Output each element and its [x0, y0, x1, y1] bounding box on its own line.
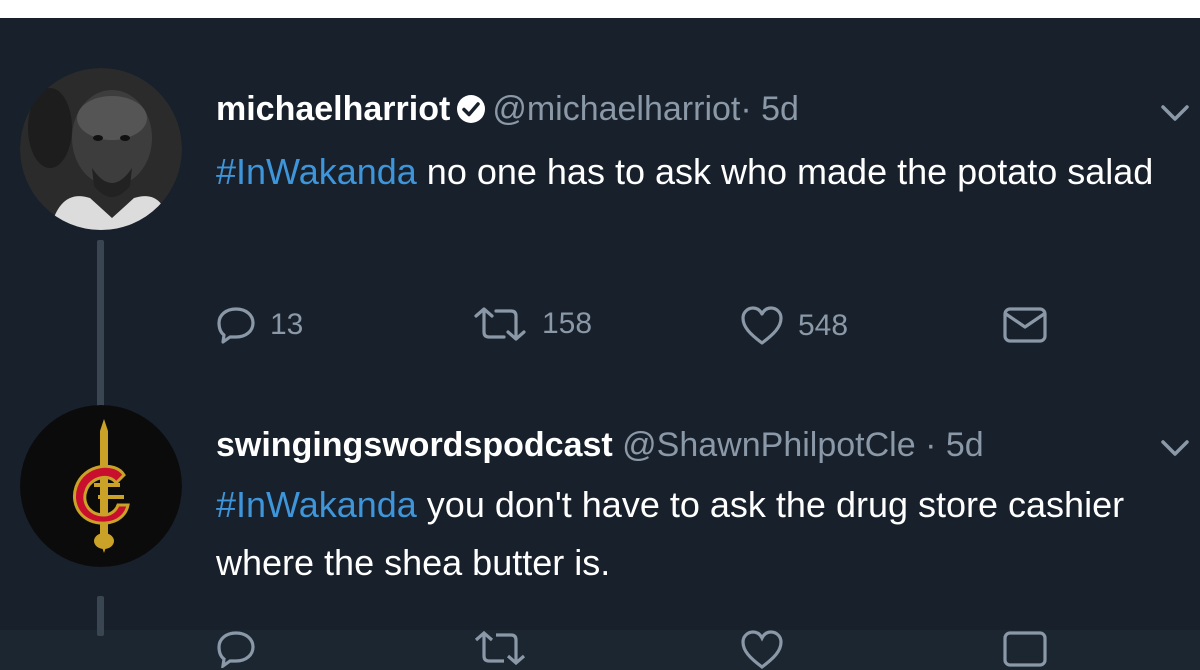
avatar-michaelharriot[interactable]	[20, 68, 182, 230]
handle[interactable]: @michaelharriot	[492, 90, 740, 128]
top-white-strip	[0, 0, 1200, 18]
like-button[interactable]: 548	[740, 306, 848, 346]
hashtag-link[interactable]: #InWakanda	[216, 484, 417, 525]
profile-photo	[20, 68, 182, 230]
thread-line-continuation	[97, 596, 104, 636]
like-count: 548	[798, 309, 849, 342]
tweet-feed: michaelharriot @michaelharriot· 5d #InWa…	[0, 18, 1200, 670]
tweet-text: #InWakanda no one has to ask who made th…	[216, 143, 1156, 201]
heart-icon[interactable]	[740, 630, 784, 670]
tweet-actions-partial	[216, 630, 1066, 670]
heart-icon	[741, 306, 783, 345]
tweet-actions: 13 158 548	[216, 306, 1066, 346]
retweet-button[interactable]: 158	[472, 306, 592, 342]
cavaliers-logo-icon	[20, 405, 182, 567]
tweet-text-body: no one has to ask who made the potato sa…	[416, 151, 1154, 192]
reply-icon	[217, 307, 255, 344]
display-name[interactable]: swingingswordspodcast	[216, 426, 613, 464]
avatar-swingingswordspodcast[interactable]	[20, 405, 182, 567]
reply-count: 13	[270, 308, 304, 341]
envelope-icon	[1003, 307, 1047, 343]
chevron-down-icon[interactable]	[1160, 438, 1190, 458]
direct-message-button[interactable]	[1002, 306, 1048, 344]
retweet-count: 158	[542, 307, 593, 340]
tweet-text: #InWakanda you don't have to ask the dru…	[216, 476, 1156, 592]
display-name[interactable]: michaelharriot	[216, 90, 450, 128]
tweet-header: michaelharriot @michaelharriot· 5d	[216, 89, 799, 129]
retweet-icon	[474, 307, 526, 341]
tweet-header: swingingswordspodcast @ShawnPhilpotCle ·…	[216, 425, 984, 465]
reply-button[interactable]: 13	[216, 306, 303, 344]
thread-line	[97, 240, 104, 410]
reply-icon[interactable]	[216, 630, 256, 668]
verified-badge-icon	[457, 95, 486, 123]
hashtag-link[interactable]: #InWakanda	[216, 151, 417, 192]
retweet-icon[interactable]	[472, 630, 528, 666]
timestamp[interactable]: · 5d	[740, 90, 799, 128]
envelope-icon[interactable]	[1002, 630, 1048, 668]
chevron-down-icon[interactable]	[1160, 103, 1190, 123]
timestamp[interactable]: · 5d	[925, 426, 984, 464]
handle[interactable]: @ShawnPhilpotCle	[622, 426, 915, 464]
